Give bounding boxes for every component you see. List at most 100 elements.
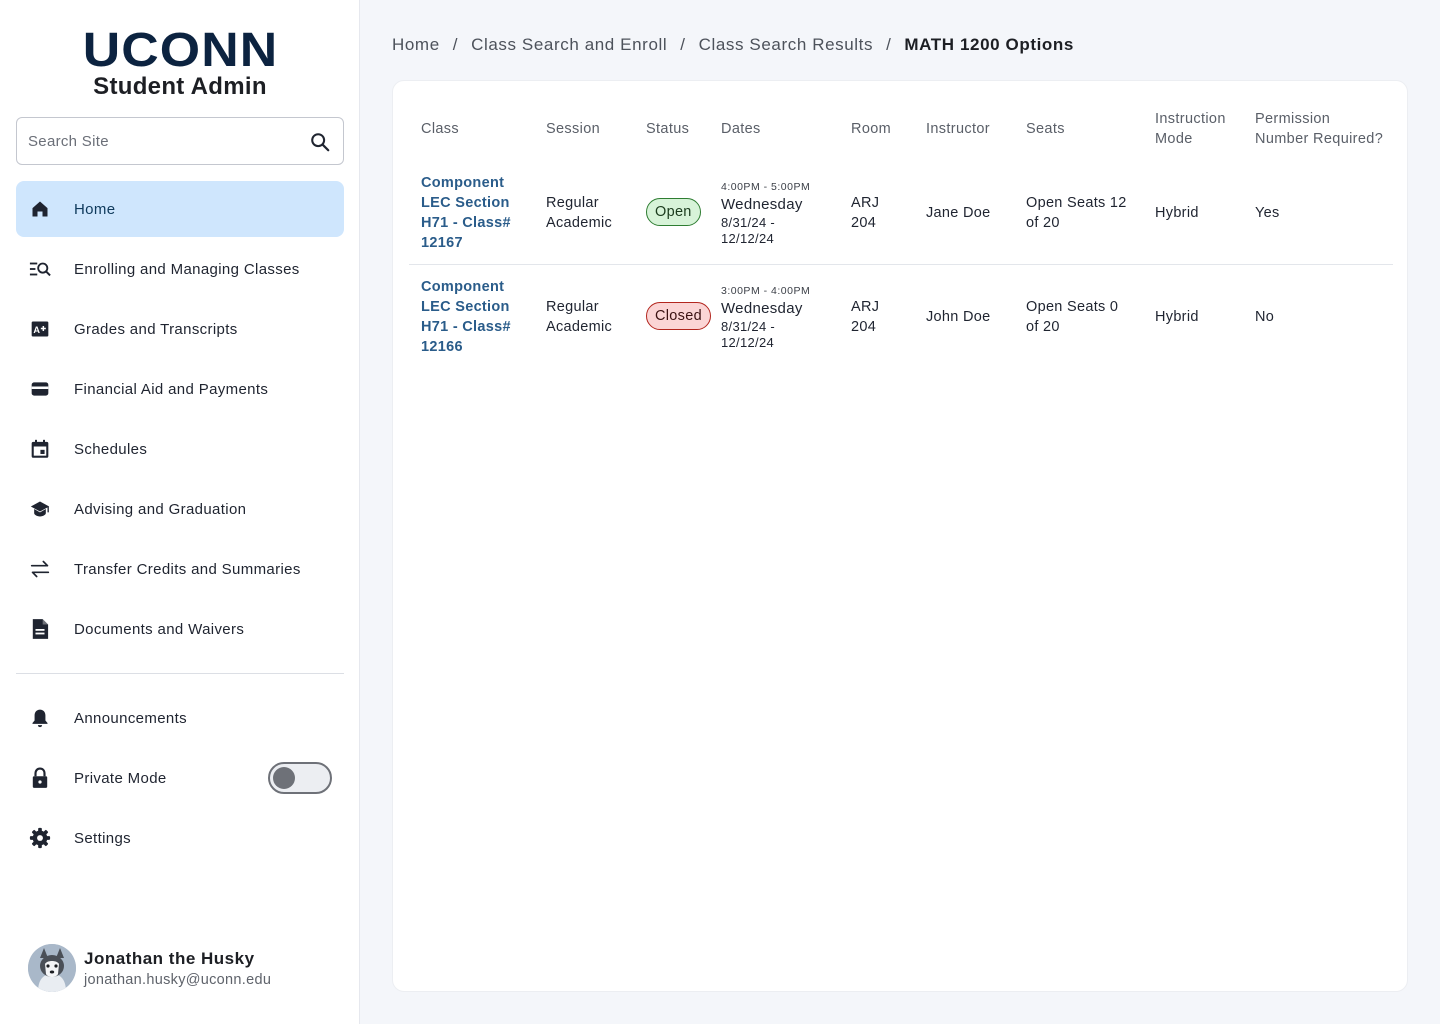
seats-line: of 20 (1026, 215, 1060, 231)
class-link-12167[interactable]: Component LEC Section H71 - Class# 12167 (421, 173, 531, 253)
sidebar-item-label: Schedules (74, 440, 148, 458)
class-link-line: 12166 (421, 339, 463, 355)
sidebar-item-label: Financial Aid and Payments (74, 380, 269, 398)
uconn-logo[interactable]: UCONN Student Admin (0, 24, 360, 100)
sidebar-item-label: Announcements (74, 709, 187, 727)
class-link-line: LEC Section (421, 195, 510, 211)
search-input[interactable] (28, 118, 298, 164)
sidebar-item-home[interactable]: Home (16, 181, 344, 237)
class-link-line: Component (421, 175, 505, 191)
sidebar: UCONN Student Admin Home Enrolling and M… (0, 0, 360, 1024)
toggle-knob (273, 767, 295, 789)
sidebar-item-transfer-credits[interactable]: Transfer Credits and Summaries (16, 541, 344, 597)
sidebar-item-enrolling[interactable]: Enrolling and Managing Classes (16, 241, 344, 297)
class-link-line: 12167 (421, 235, 463, 251)
session-line: Regular (546, 195, 599, 211)
user-name: Jonathan the Husky (84, 949, 255, 968)
sidebar-item-label: Private Mode (74, 769, 167, 787)
bell-icon (28, 706, 52, 730)
session-line: Academic (546, 215, 613, 231)
class-link-line: H71 - Class# (421, 319, 511, 335)
sidebar-item-private-mode[interactable]: Private Mode (16, 750, 266, 806)
sidebar-item-announcements[interactable]: Announcements (16, 690, 344, 746)
room-line: ARJ (851, 195, 880, 211)
header-room: Room (851, 121, 892, 137)
sidebar-item-schedules[interactable]: Schedules (16, 421, 344, 477)
sidebar-item-label: Enrolling and Managing Classes (74, 260, 300, 278)
grade-icon: A (28, 317, 52, 341)
sidebar-item-documents[interactable]: Documents and Waivers (16, 601, 344, 657)
room-line: 204 (851, 215, 877, 231)
class-link-line: Component (421, 279, 505, 295)
class-time: 4:00PM - 5:00PM (721, 181, 811, 193)
instructor-cell: Jane Doe (926, 205, 991, 221)
svg-text:A: A (33, 325, 40, 335)
date-range-line: 12/12/24 (721, 335, 775, 350)
header-status: Status (646, 121, 690, 137)
breadcrumb-separator: / (886, 35, 892, 54)
permission-cell: Yes (1255, 205, 1280, 221)
gear-icon (28, 826, 52, 850)
session-line: Regular (546, 299, 599, 315)
breadcrumb: Home / Class Search and Enroll / Class S… (392, 34, 1074, 56)
header-instruction-mode: Instruction Mode (1155, 109, 1226, 149)
transfer-icon (28, 557, 52, 581)
class-link-line: LEC Section (421, 299, 510, 315)
user-profile[interactable]: Jonathan the Husky jonathan.husky@uconn.… (28, 944, 348, 992)
sidebar-item-label: Advising and Graduation (74, 500, 247, 518)
user-email: jonathan.husky@uconn.edu (84, 972, 272, 988)
header-instructor: Instructor (926, 121, 990, 137)
logo-wordmark: UCONN (82, 24, 278, 77)
instructor-cell: John Doe (926, 309, 991, 325)
class-link-12166[interactable]: Component LEC Section H71 - Class# 12166 (421, 277, 531, 357)
search-box (16, 117, 344, 165)
breadcrumb-class-search[interactable]: Class Search and Enroll (471, 35, 667, 55)
header-instruction-mode-line2: Mode (1155, 131, 1193, 147)
seats-cell: Open Seats 12 of 20 (1026, 193, 1127, 233)
status-badge: Open (646, 198, 701, 226)
date-range-line: 12/12/24 (721, 231, 775, 246)
private-mode-toggle[interactable] (268, 762, 332, 794)
document-icon (28, 617, 52, 641)
header-seats: Seats (1026, 121, 1065, 137)
sidebar-item-label: Grades and Transcripts (74, 320, 238, 338)
sidebar-item-label: Settings (74, 829, 131, 847)
instruction-mode-cell: Hybrid (1155, 309, 1199, 325)
header-permission-line2: Number Required? (1255, 131, 1384, 147)
header-instruction-mode-line1: Instruction (1155, 111, 1226, 127)
sidebar-item-settings[interactable]: Settings (16, 810, 344, 866)
seats-line: of 20 (1026, 319, 1060, 335)
room-cell: ARJ 204 (851, 193, 879, 233)
sidebar-item-financial-aid[interactable]: Financial Aid and Payments (16, 361, 344, 417)
room-line: 204 (851, 319, 877, 335)
room-line: ARJ (851, 299, 880, 315)
sidebar-item-label: Documents and Waivers (74, 620, 245, 638)
seats-cell: Open Seats 0 of 20 (1026, 297, 1118, 337)
instruction-mode-cell: Hybrid (1155, 205, 1199, 221)
breadcrumb-separator: / (452, 35, 459, 54)
header-dates: Dates (721, 121, 761, 137)
home-icon (28, 197, 52, 221)
breadcrumb-separator: / (680, 35, 686, 54)
search-icon[interactable] (309, 131, 331, 153)
class-time: 3:00PM - 4:00PM (721, 285, 811, 297)
lock-icon (28, 766, 52, 790)
logo-subtitle: Student Admin (93, 73, 267, 100)
calendar-icon (28, 437, 52, 461)
header-class: Class (421, 121, 460, 137)
graduation-cap-icon (28, 497, 52, 521)
sidebar-item-label: Home (74, 200, 116, 218)
breadcrumb-current: MATH 1200 Options (904, 35, 1074, 54)
header-permission-line1: Permission (1255, 111, 1331, 127)
breadcrumb-home[interactable]: Home (392, 35, 440, 55)
sidebar-item-advising[interactable]: Advising and Graduation (16, 481, 344, 537)
header-session: Session (546, 121, 601, 137)
class-day: Wednesday (721, 196, 803, 213)
breadcrumb-search-results[interactable]: Class Search Results (699, 35, 874, 55)
sidebar-item-grades[interactable]: A Grades and Transcripts (16, 301, 344, 357)
seats-line: Open Seats 0 (1026, 299, 1119, 315)
permission-cell: No (1255, 309, 1275, 325)
seats-line: Open Seats 12 (1026, 195, 1127, 211)
list-search-icon (28, 257, 52, 281)
session-line: Academic (546, 319, 613, 335)
